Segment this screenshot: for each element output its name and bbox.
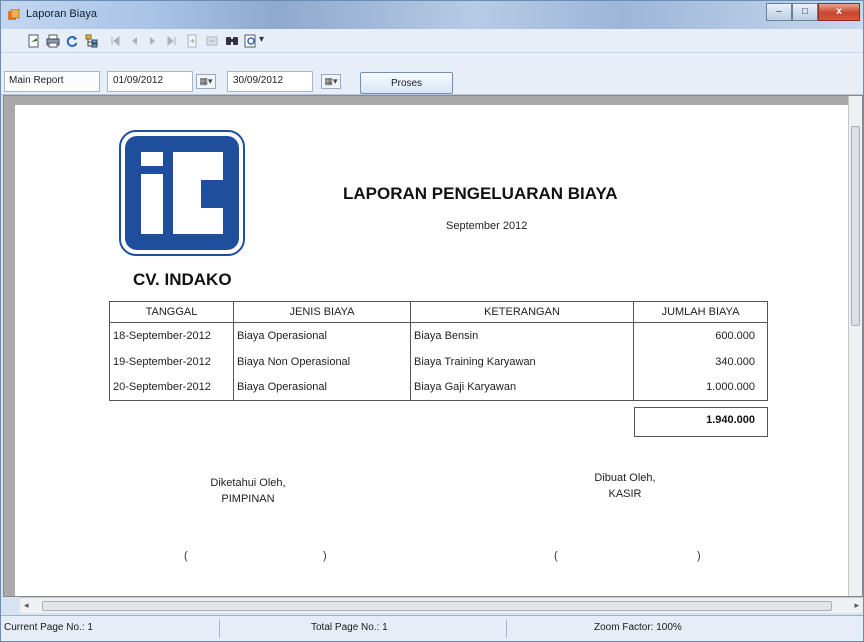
zoom-dropdown-arrow[interactable]: ▾ xyxy=(259,34,264,45)
group-tree-icon[interactable] xyxy=(85,34,99,48)
horizontal-scroll-thumb[interactable] xyxy=(42,601,832,611)
end-date-picker-button[interactable]: ▦▾ xyxy=(321,74,341,89)
toolbar: ▾ xyxy=(1,29,863,53)
maximize-button[interactable]: □ xyxy=(792,3,818,21)
cell-jumlah-biaya: 340.000 xyxy=(633,348,768,375)
cell-tanggal: 20-September-2012 xyxy=(109,374,234,401)
cell-keterangan: Biaya Training Karyawan xyxy=(410,348,634,375)
next-page-icon[interactable] xyxy=(146,34,160,48)
last-page-icon[interactable] xyxy=(165,34,179,48)
title-bar[interactable]: Laporan Biaya – □ x xyxy=(1,1,863,29)
parameter-row: Main Report 01/09/2012 ▦▾ 30/09/2012 ▦▾ … xyxy=(1,53,863,95)
column-header-tanggal: TANGGAL xyxy=(109,301,234,323)
report-title: LAPORAN PENGELUARAN BIAYA xyxy=(343,184,618,203)
column-header-keterangan: KETERANGAN xyxy=(410,301,634,323)
cell-jenis-biaya: Biaya Operasional xyxy=(233,374,411,401)
close-icon: x xyxy=(836,6,842,17)
company-name: CV. INDAKO xyxy=(133,270,232,289)
total-page-status: Total Page No.: 1 xyxy=(311,622,388,633)
zoom-icon[interactable] xyxy=(244,34,258,48)
expense-table: TANGGAL JENIS BIAYA KETERANGAN JUMLAH BI… xyxy=(109,301,768,401)
scroll-right-arrow-icon[interactable]: ▸ xyxy=(854,600,859,611)
status-divider xyxy=(506,619,507,638)
cell-keterangan: Biaya Bensin xyxy=(410,322,634,349)
signature-right-label: Dibuat Oleh, xyxy=(594,472,656,484)
close-button[interactable]: x xyxy=(818,3,860,21)
status-divider xyxy=(219,619,220,638)
status-bar: Current Page No.: 1 Total Page No.: 1 Zo… xyxy=(1,615,863,641)
cell-jumlah-biaya: 600.000 xyxy=(633,322,768,349)
signature-left: Diketahui Oleh, PIMPINAN xyxy=(198,475,298,507)
report-page: CV. INDAKO LAPORAN PENGELUARAN BIAYA Sep… xyxy=(15,105,852,596)
minimize-icon: – xyxy=(776,6,782,17)
signature-left-label: Diketahui Oleh, xyxy=(210,477,286,489)
table-row: 18-September-2012 Biaya Operasional Biay… xyxy=(109,322,768,349)
horizontal-scrollbar[interactable]: ◂ ▸ xyxy=(20,597,863,613)
column-header-jenis-biaya: JENIS BIAYA xyxy=(233,301,411,323)
print-icon[interactable] xyxy=(46,34,60,48)
previous-page-icon[interactable] xyxy=(127,34,141,48)
column-header-jumlah-biaya: JUMLAH BIAYA xyxy=(633,301,768,323)
cell-jenis-biaya: Biaya Non Operasional xyxy=(233,348,411,375)
cell-tanggal: 19-September-2012 xyxy=(109,348,234,375)
window-title: Laporan Biaya xyxy=(26,8,97,20)
maximize-icon: □ xyxy=(801,6,809,17)
vertical-scroll-thumb[interactable] xyxy=(851,126,860,326)
company-logo xyxy=(119,130,245,256)
signature-right-open-paren: ( xyxy=(554,550,558,562)
signature-left-open-paren: ( xyxy=(184,550,188,562)
start-date-field[interactable]: 01/09/2012 xyxy=(107,71,193,92)
refresh-icon[interactable] xyxy=(65,34,79,48)
table-row: 19-September-2012 Biaya Non Operasional … xyxy=(109,348,768,375)
first-page-icon[interactable] xyxy=(108,34,122,48)
signature-right: Dibuat Oleh, KASIR xyxy=(575,470,675,502)
signature-right-role: KASIR xyxy=(608,488,642,500)
proses-button[interactable]: Proses xyxy=(360,72,453,94)
report-viewer[interactable]: CV. INDAKO LAPORAN PENGELUARAN BIAYA Sep… xyxy=(3,95,863,597)
zoom-factor-status: Zoom Factor: 100% xyxy=(594,622,682,633)
stop-icon[interactable] xyxy=(205,34,219,48)
end-date-field[interactable]: 30/09/2012 xyxy=(227,71,313,92)
cell-jenis-biaya: Biaya Operasional xyxy=(233,322,411,349)
search-icon[interactable] xyxy=(225,34,239,48)
signature-left-close-paren: ) xyxy=(323,550,327,562)
signature-right-close-paren: ) xyxy=(697,550,701,562)
scroll-left-arrow-icon[interactable]: ◂ xyxy=(24,600,29,611)
app-icon xyxy=(8,9,20,20)
current-page-status: Current Page No.: 1 xyxy=(4,622,93,633)
cell-keterangan: Biaya Gaji Karyawan xyxy=(410,374,634,401)
goto-page-icon[interactable] xyxy=(185,34,199,48)
table-row: 20-September-2012 Biaya Operasional Biay… xyxy=(109,374,768,401)
start-date-picker-button[interactable]: ▦▾ xyxy=(196,74,216,89)
table-header-row: TANGGAL JENIS BIAYA KETERANGAN JUMLAH BI… xyxy=(109,301,768,323)
tab-main-report[interactable]: Main Report xyxy=(4,71,100,92)
signature-left-role: PIMPINAN xyxy=(221,493,275,505)
minimize-button[interactable]: – xyxy=(766,3,792,21)
total-amount: 1.940.000 xyxy=(634,407,768,437)
vertical-scrollbar[interactable] xyxy=(848,96,862,596)
cell-tanggal: 18-September-2012 xyxy=(109,322,234,349)
report-window: Laporan Biaya – □ x ▾ Main Report 01/09/… xyxy=(0,0,864,642)
window-controls: – □ x xyxy=(766,3,860,21)
export-icon[interactable] xyxy=(27,34,41,48)
report-subtitle: September 2012 xyxy=(446,220,528,232)
cell-jumlah-biaya: 1.000.000 xyxy=(633,374,768,401)
